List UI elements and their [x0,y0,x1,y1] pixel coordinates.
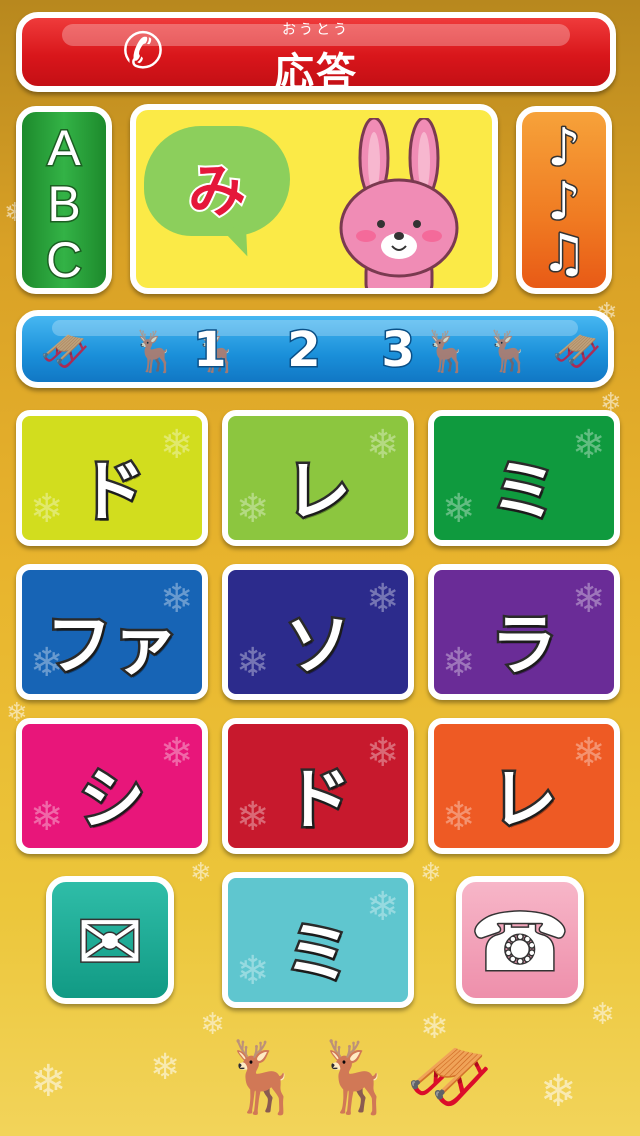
snowflake-icon: ❄ [540,1066,577,1117]
letter-b: B [46,175,82,234]
key-so[interactable]: ❄ ❄ ソ [222,564,414,700]
bubble-character: み [186,155,248,227]
snowflake-icon: ❄ [420,858,442,888]
music-note-icon: ♪ [546,117,582,180]
letter-a: A [46,119,82,178]
answer-button[interactable]: ✆ おうとう 応答 [16,12,616,92]
number-button[interactable]: 🛷 🦌 🦌 🦌 🦌 🛷 1 2 3 [16,310,614,388]
key-do[interactable]: ❄ ❄ ド [16,410,208,546]
key-mi[interactable]: ❄ ❄ ミ [428,410,620,546]
key-ra[interactable]: ❄ ❄ ラ [428,564,620,700]
key-high-mi[interactable]: ❄ ❄ ミ [222,872,414,1008]
key-fa[interactable]: ❄ ❄ ファ [16,564,208,700]
answer-label: 応答 [274,50,358,92]
key-high-do[interactable]: ❄ ❄ ド [222,718,414,854]
music-note-icon: ♪ [546,171,582,234]
number-label: 1 2 3 [192,321,437,380]
abc-letters: A B C [22,119,106,289]
key-high-re[interactable]: ❄ ❄ レ [428,718,620,854]
key-shi[interactable]: ❄ ❄ シ [16,718,208,854]
telephone-button[interactable]: ☎ [456,876,584,1004]
telephone-icon: ☎ [469,895,572,991]
abc-button[interactable]: A B C [16,106,112,294]
double-music-note-icon: ♫ [539,223,589,286]
letter-c: C [44,231,83,289]
snowflake-icon: ❄ [30,1056,67,1107]
key-label: ド [283,759,354,841]
key-label: ミ [283,913,354,995]
key-label: ファ [44,605,181,687]
speech-bubble: み [144,126,290,236]
key-re[interactable]: ❄ ❄ レ [222,410,414,546]
mail-button[interactable]: ✉ [46,876,174,1004]
key-label: レ [489,759,560,841]
snowflake-icon: ❄ [590,997,616,1032]
snowflake-icon: ❄ [150,1047,181,1088]
key-label: レ [283,451,354,533]
reindeer-sleigh-decoration: 🦌🦌🛷 [220,1036,500,1118]
key-label: ド [77,451,148,533]
character-panel[interactable]: み [130,104,498,294]
key-label: ミ [489,451,560,533]
answer-ruby: おうとう [282,22,350,38]
key-label: ラ [489,605,560,687]
music-button[interactable]: ♪ ♪ ♫ [516,106,612,294]
key-label: ソ [283,605,354,687]
key-label: シ [77,759,148,841]
rabbit-icon [339,118,459,288]
envelope-icon: ✉ [75,895,145,991]
snowflake-icon: ❄ [190,858,212,888]
